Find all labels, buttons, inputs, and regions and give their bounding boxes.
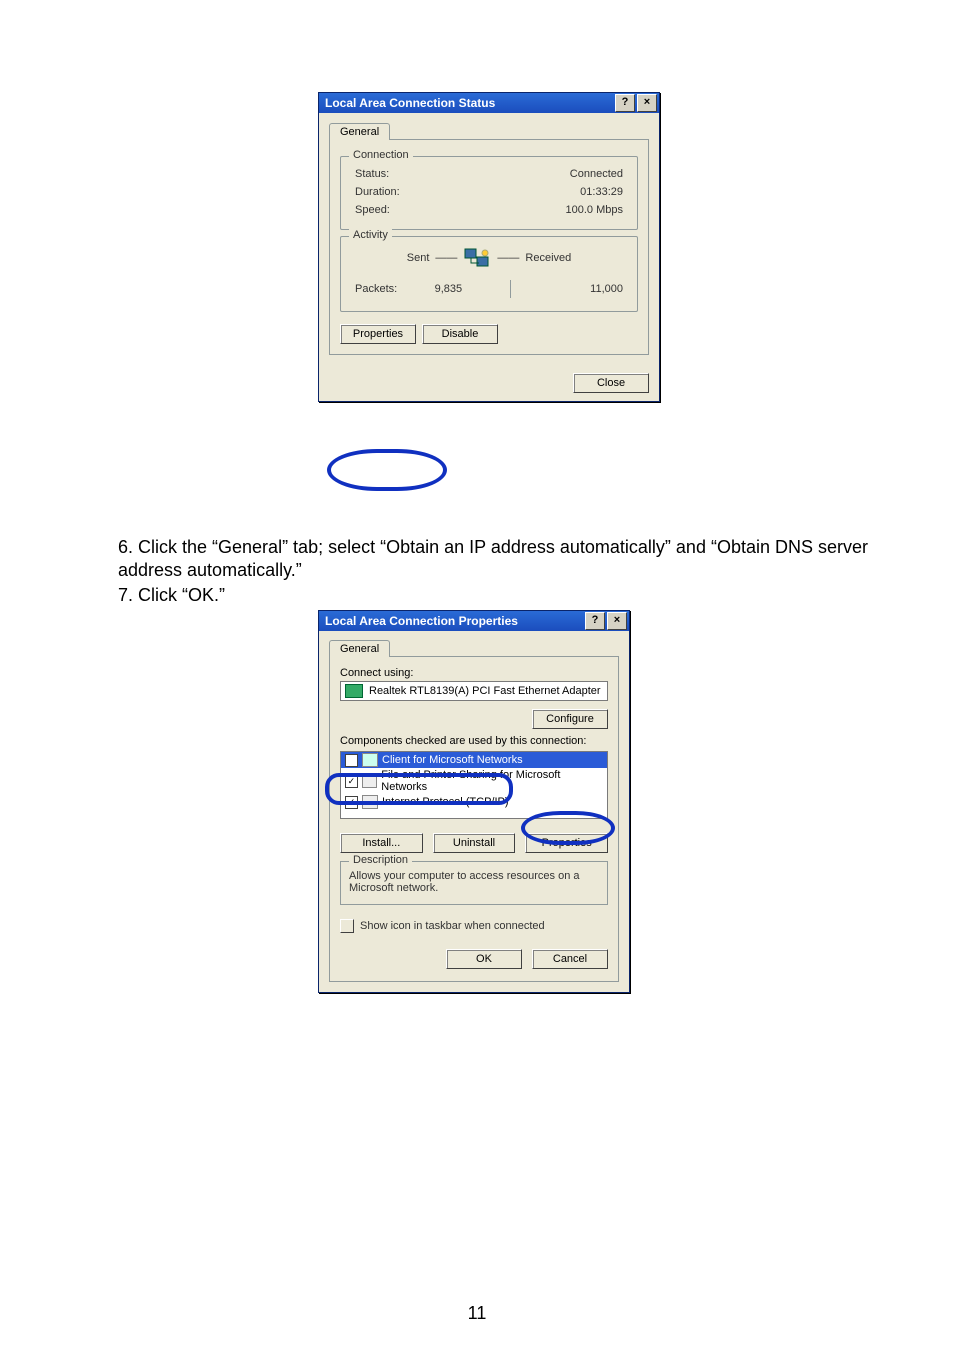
component-properties-button[interactable]: Properties (525, 833, 608, 853)
network-activity-icon (463, 247, 491, 269)
status-label: Status: (355, 168, 389, 180)
properties-button[interactable]: Properties (340, 324, 416, 344)
connect-using-label: Connect using: (340, 667, 608, 679)
status-titlebar: Local Area Connection Status ? × (319, 93, 659, 113)
component-icon (362, 753, 378, 767)
checkbox-icon[interactable]: ✓ (345, 754, 358, 767)
description-text: Allows your computer to access resources… (349, 870, 599, 894)
speed-label: Speed: (355, 204, 390, 216)
packets-received-value: 11,000 (521, 283, 623, 295)
cancel-button[interactable]: Cancel (532, 949, 608, 969)
status-value: Connected (570, 168, 623, 180)
divider (510, 280, 511, 298)
connection-group: Connection Status:Connected Duration:01:… (340, 156, 638, 230)
close-dialog-button[interactable]: Close (573, 373, 649, 393)
show-icon-label: Show icon in taskbar when connected (360, 920, 545, 932)
description-group: Description Allows your computer to acce… (340, 861, 608, 905)
show-icon-checkbox-row[interactable]: Show icon in taskbar when connected (340, 919, 608, 933)
status-tabpane: Connection Status: Connected Duration: 01:… (329, 139, 649, 355)
close-button[interactable]: × (637, 94, 657, 112)
status-title: Local Area Connection Status (325, 96, 495, 110)
duration-value: 01:33:29 (580, 186, 623, 198)
speed-value: 100.0 Mbps (566, 204, 623, 216)
components-list[interactable]: ✓ Client for Microsoft Networks ✓ File a… (340, 751, 608, 819)
list-item-client[interactable]: ✓ Client for Microsoft Networks (341, 752, 607, 768)
help-button[interactable]: ? (585, 612, 605, 630)
properties-tabpane: Connect using: Realtek RTL8139(A) PCI Fa… (329, 656, 619, 982)
tab-general[interactable]: General (329, 123, 390, 140)
components-label: Components checked are used by this conn… (340, 735, 608, 747)
close-button[interactable]: × (607, 612, 627, 630)
connection-group-title: Connection (349, 149, 413, 161)
activity-group-title: Activity (349, 229, 392, 241)
adapter-name: Realtek RTL8139(A) PCI Fast Ethernet Ada… (369, 685, 601, 697)
adapter-field: Realtek RTL8139(A) PCI Fast Ethernet Ada… (340, 681, 608, 701)
component-icon (362, 774, 378, 788)
checkbox-icon[interactable]: ✓ (345, 775, 358, 788)
highlight-ring-properties (327, 449, 447, 491)
component-icon (362, 795, 378, 809)
list-item-fileshare[interactable]: ✓ File and Printer Sharing for Microsoft… (341, 768, 607, 794)
sent-label: Sent (407, 252, 430, 264)
install-button[interactable]: Install... (340, 833, 423, 853)
packets-sent-value: 9,835 (397, 283, 499, 295)
help-button[interactable]: ? (615, 94, 635, 112)
nic-icon (345, 684, 363, 698)
tab-general[interactable]: General (329, 640, 390, 657)
packets-label: Packets: (355, 283, 397, 295)
activity-group: Activity Sent —— —— Received Packets: 9,… (340, 236, 638, 312)
uninstall-button[interactable]: Uninstall (433, 833, 516, 853)
ok-button[interactable]: OK (446, 949, 522, 969)
description-title: Description (349, 854, 412, 866)
disable-button[interactable]: Disable (422, 324, 498, 344)
list-item-label: Client for Microsoft Networks (382, 754, 523, 766)
properties-titlebar: Local Area Connection Properties ? × (319, 611, 629, 631)
checkbox-icon[interactable] (340, 919, 354, 933)
page-number: 11 (0, 1303, 954, 1324)
properties-title: Local Area Connection Properties (325, 614, 518, 628)
duration-label: Duration: (355, 186, 400, 198)
properties-dialog: Local Area Connection Properties ? × Gen… (318, 610, 630, 993)
instruction-step-6: 6. Click the “General” tab; select “Obta… (118, 536, 888, 581)
checkbox-icon[interactable]: ✓ (345, 796, 358, 809)
status-dialog: Local Area Connection Status ? × General… (318, 92, 660, 402)
list-item-label: Internet Protocol (TCP/IP) (382, 796, 509, 808)
received-label: Received (525, 252, 571, 264)
list-item-tcpip[interactable]: ✓ Internet Protocol (TCP/IP) (341, 794, 607, 810)
list-item-label: File and Printer Sharing for Microsoft N… (381, 769, 603, 793)
instruction-step-7: 7. Click “OK.” (118, 584, 888, 607)
configure-button[interactable]: Configure (532, 709, 608, 729)
